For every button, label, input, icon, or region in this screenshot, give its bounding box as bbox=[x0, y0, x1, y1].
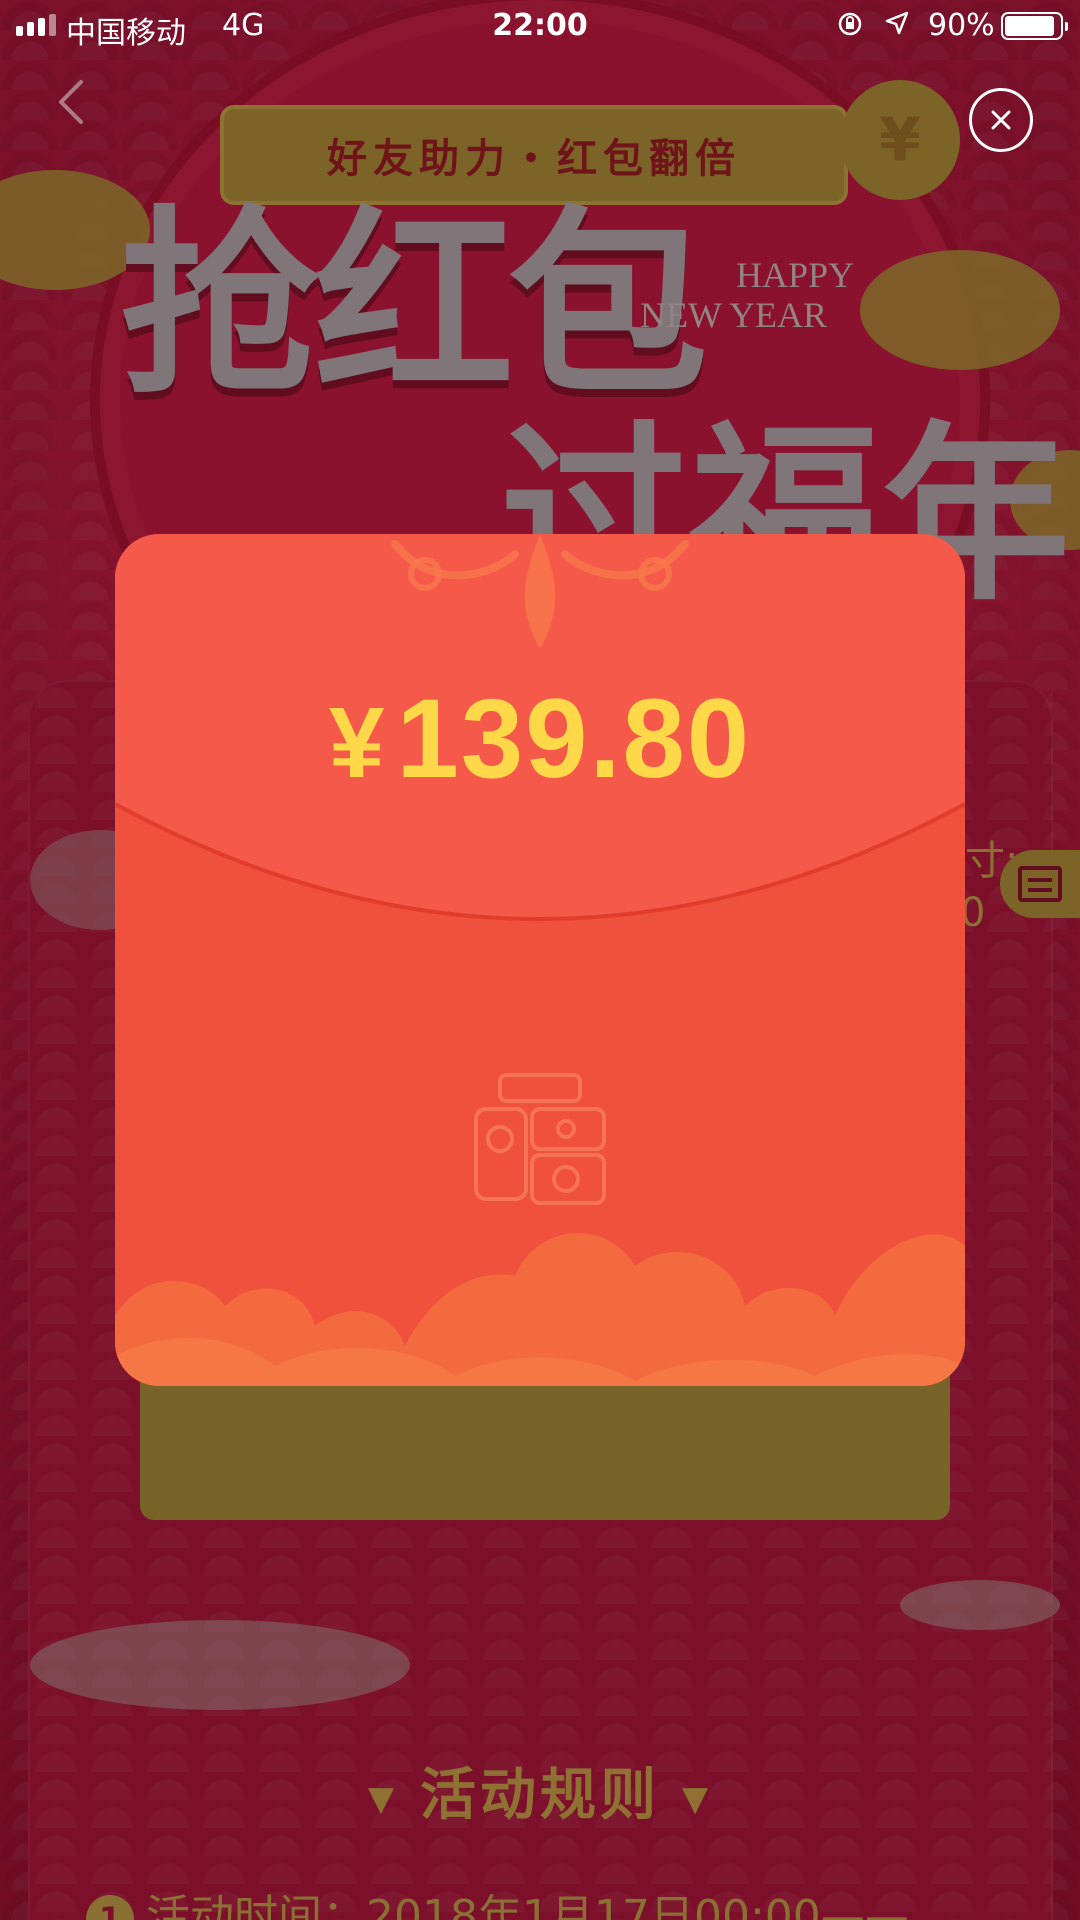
floral-ornament-icon bbox=[391, 534, 689, 649]
battery-icon bbox=[1001, 12, 1068, 40]
reward-amount: ¥139.80 bbox=[115, 674, 965, 803]
screen: 好友助力・红包翻倍 ¥ 抢红包 过福年 HAPPY NEW YEAR 寸: 0 … bbox=[0, 0, 1080, 1920]
amount-value: 139.80 bbox=[396, 676, 752, 801]
location-arrow-icon bbox=[884, 10, 910, 43]
clock: 22:00 bbox=[492, 8, 588, 43]
red-envelope-card[interactable]: ¥139.80 bbox=[115, 534, 965, 1386]
cloud-pattern-icon bbox=[115, 1233, 965, 1386]
chevron-left-icon bbox=[59, 80, 83, 124]
back-button[interactable] bbox=[40, 72, 100, 132]
currency-symbol: ¥ bbox=[328, 687, 387, 799]
rotation-lock-icon bbox=[836, 10, 864, 45]
close-button[interactable] bbox=[969, 88, 1033, 152]
battery-percentage: 90% bbox=[928, 8, 995, 43]
status-bar: 中国移动 4G 22:00 90% bbox=[0, 0, 1080, 54]
close-icon bbox=[991, 110, 1011, 130]
fu-character-seal-icon bbox=[474, 1073, 606, 1205]
